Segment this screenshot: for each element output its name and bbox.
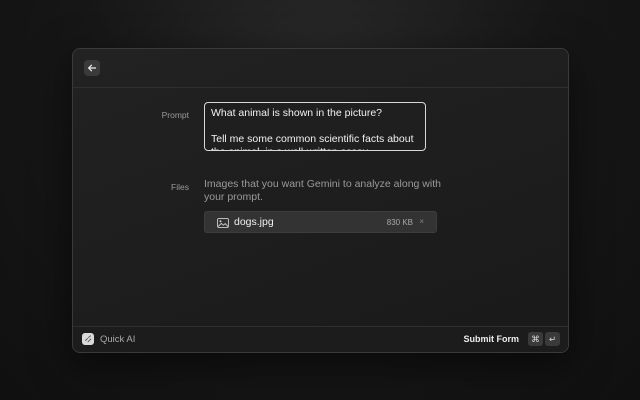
file-chip[interactable]: dogs.jpg 830 KB × bbox=[204, 211, 437, 233]
submit-form-button[interactable]: Submit Form bbox=[464, 334, 520, 344]
quick-ai-icon bbox=[82, 333, 94, 345]
bottom-bar: Quick AI Submit Form ⌘ ↵ bbox=[73, 326, 568, 352]
remove-file-button[interactable]: × bbox=[419, 217, 424, 226]
arrow-left-icon bbox=[88, 64, 97, 72]
files-description: Images that you want Gemini to analyze a… bbox=[204, 178, 441, 203]
command-key-icon: ⌘ bbox=[528, 332, 543, 346]
top-bar bbox=[73, 49, 568, 88]
prompt-label: Prompt bbox=[161, 110, 189, 120]
enter-key-icon: ↵ bbox=[545, 332, 560, 346]
files-label: Files bbox=[171, 182, 189, 192]
form-window: Prompt What animal is shown in the pictu… bbox=[72, 48, 569, 353]
file-size: 830 KB bbox=[386, 218, 413, 227]
app-name: Quick AI bbox=[100, 334, 136, 345]
image-file-icon bbox=[217, 218, 229, 228]
file-name: dogs.jpg bbox=[234, 216, 274, 228]
prompt-textarea[interactable]: What animal is shown in the picture? Tel… bbox=[204, 102, 426, 151]
back-button[interactable] bbox=[84, 60, 100, 76]
